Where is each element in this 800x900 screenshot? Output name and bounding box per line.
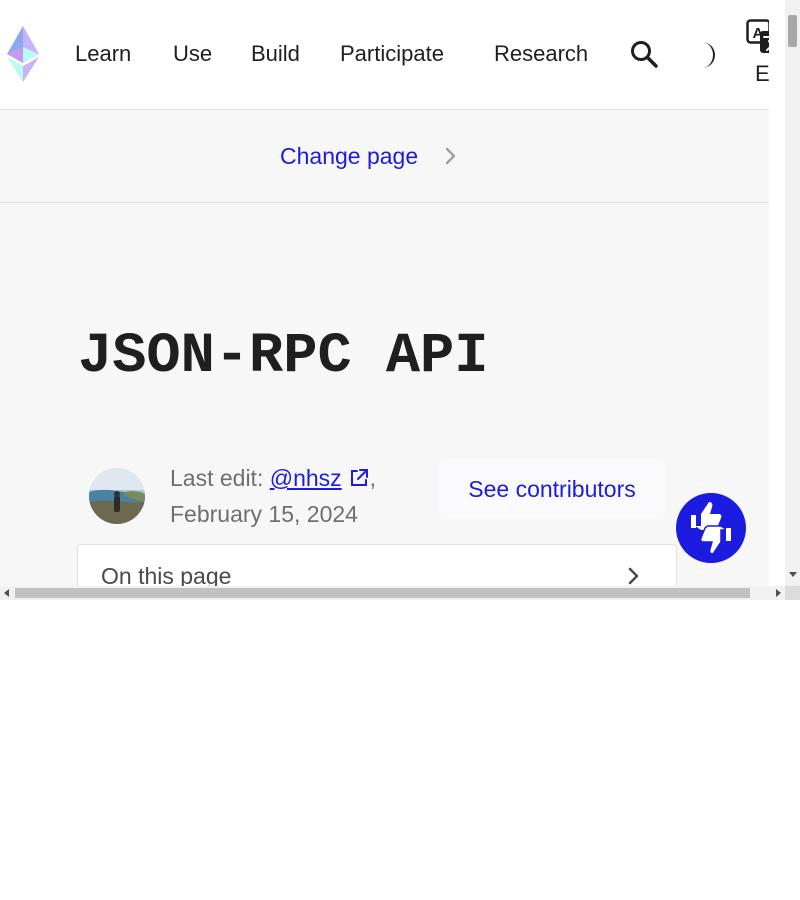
toc-label: On this page — [101, 563, 232, 586]
nav-link-participate[interactable]: Participate — [340, 40, 444, 68]
nav-link-build[interactable]: Build — [251, 40, 300, 68]
search-icon[interactable] — [629, 39, 659, 69]
horizontal-scrollbar[interactable] — [0, 586, 785, 600]
avatar[interactable] — [89, 468, 145, 524]
page-title: JSON-RPC API — [78, 325, 489, 389]
change-page-button[interactable]: Change page — [280, 142, 418, 170]
change-page-bar: Change page — [0, 110, 769, 203]
on-this-page-dropdown[interactable]: On this page — [77, 544, 677, 586]
browser-viewport: Learn Use Build Participate Research A E… — [0, 0, 800, 600]
external-link-icon[interactable] — [348, 467, 370, 489]
dark-mode-icon[interactable] — [693, 40, 717, 70]
chevron-right-icon — [628, 567, 639, 585]
comma-separator: , — [369, 465, 377, 491]
feedback-button[interactable] — [676, 493, 746, 563]
page-content: Learn Use Build Participate Research A E… — [0, 0, 769, 586]
scrollbar-corner — [785, 586, 800, 600]
scroll-right-arrow-icon[interactable] — [776, 589, 781, 597]
last-edit-date: February 15, 2024 — [170, 501, 358, 527]
author-link[interactable]: @nhsz — [270, 465, 342, 491]
chevron-right-icon[interactable] — [442, 145, 460, 167]
feedback-thumbs-icon — [691, 502, 731, 555]
horizontal-scrollbar-thumb[interactable] — [15, 588, 750, 598]
scroll-left-arrow-icon[interactable] — [4, 589, 9, 597]
nav-link-use[interactable]: Use — [173, 40, 212, 68]
nav-link-research[interactable]: Research — [494, 40, 588, 68]
nav-link-learn[interactable]: Learn — [75, 40, 131, 68]
language-label[interactable]: EN — [755, 61, 769, 87]
see-contributors-button[interactable]: See contributors — [439, 459, 665, 519]
last-edit-prefix: Last edit: — [170, 465, 264, 491]
vertical-scrollbar-thumb[interactable] — [788, 15, 797, 47]
scroll-down-arrow-icon[interactable] — [789, 572, 797, 577]
translate-icon[interactable]: A — [746, 19, 769, 55]
last-edit-info: Last edit: @nhsz , February 15, 2024 — [170, 460, 410, 532]
ethereum-logo-icon[interactable] — [5, 26, 41, 82]
top-navigation: Learn Use Build Participate Research A E… — [0, 0, 769, 110]
vertical-scrollbar[interactable] — [785, 0, 800, 586]
